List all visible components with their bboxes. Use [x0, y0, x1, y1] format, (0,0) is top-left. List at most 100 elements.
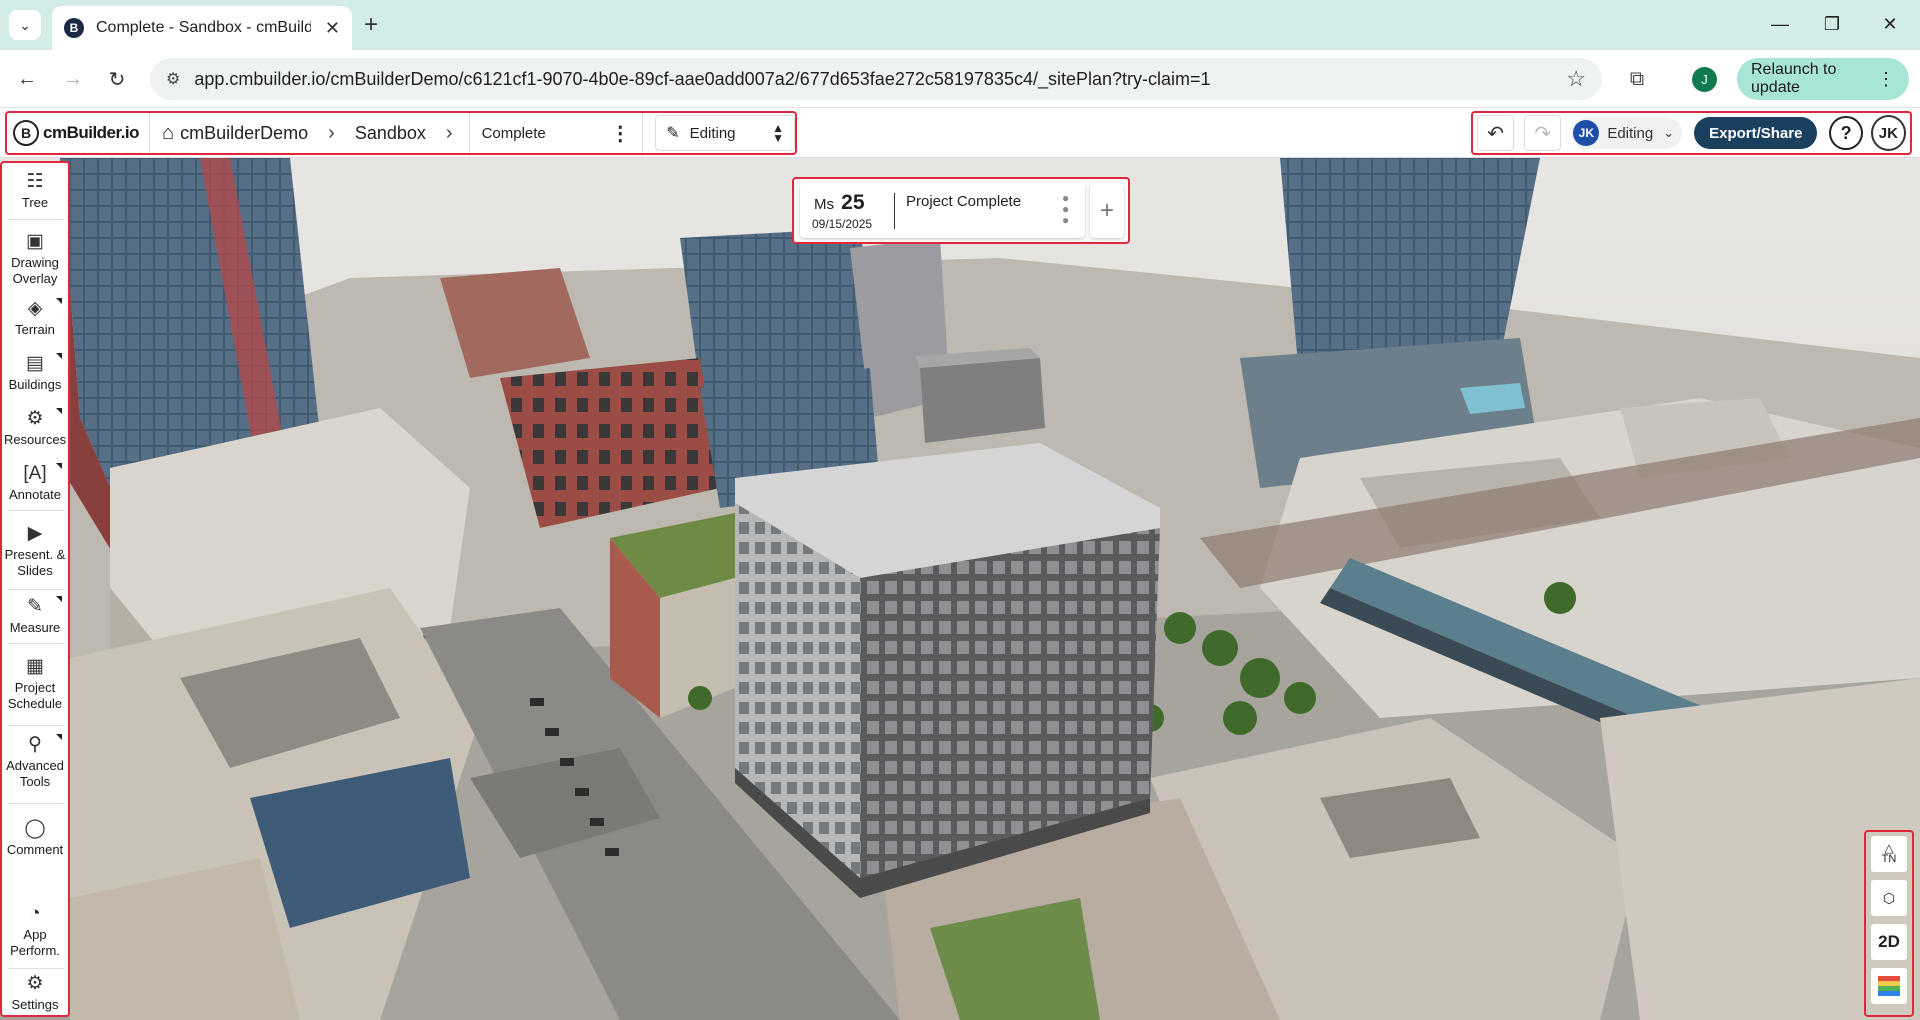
profile-avatar[interactable]: J: [1692, 67, 1717, 92]
breadcrumb-sandbox[interactable]: Sandbox: [355, 123, 426, 144]
extensions-puzzle-icon[interactable]: ⧉: [1620, 62, 1654, 96]
gear-icon: ⚙: [26, 973, 44, 994]
collaborator-mode-label: Editing: [1607, 124, 1654, 142]
tool-advanced-tools[interactable]: ⚲ Advanced Tools: [4, 734, 66, 790]
milestone-id: Ms 25: [814, 191, 865, 215]
milestone-widget: Ms 25 09/15/2025 Project Complete ● ● ● +: [792, 177, 1130, 244]
divider: [8, 219, 64, 220]
view-tools: △ TN ⬡ 2D: [1864, 830, 1914, 1017]
milestone-card[interactable]: Ms 25 09/15/2025 Project Complete ● ● ●: [800, 183, 1085, 238]
north-arrow-icon: △: [1884, 841, 1894, 855]
tab-search-chevron-icon[interactable]: ⌄: [9, 10, 41, 40]
cmbuilder-favicon-icon: B: [64, 18, 84, 38]
user-avatar-button[interactable]: JK: [1870, 115, 1907, 151]
tool-terrain[interactable]: ◈ Terrain: [4, 298, 66, 338]
tool-comment[interactable]: ◯ Comment: [4, 818, 66, 858]
submenu-indicator: [56, 353, 62, 359]
reload-icon[interactable]: ↻: [100, 62, 134, 96]
north-label: TN: [1881, 853, 1897, 865]
tool-label: Settings: [11, 997, 59, 1012]
milestone-prefix: Ms: [814, 196, 834, 213]
presentation-play-icon: ▶: [27, 523, 43, 544]
tool-tree[interactable]: ☷ Tree: [4, 171, 66, 211]
tool-project-schedule[interactable]: ▦ Project Schedule: [4, 656, 66, 712]
home-icon[interactable]: ⌂: [162, 122, 174, 145]
minimize-icon[interactable]: —: [1760, 8, 1800, 40]
submenu-indicator: [56, 463, 62, 469]
milestone-name: Project Complete: [906, 193, 1022, 210]
forward-arrow-icon[interactable]: →: [56, 62, 90, 96]
relaunch-button[interactable]: Relaunch to update ⋮: [1737, 58, 1909, 100]
tool-label: Terrain: [15, 322, 55, 337]
collaborator-mode-dropdown[interactable]: JK Editing ⌄: [1571, 117, 1683, 149]
tool-label: Perform.: [10, 943, 60, 958]
window-close-icon[interactable]: ✕: [1870, 8, 1910, 40]
tool-resources[interactable]: ⚙ Resources: [4, 408, 66, 448]
redo-button[interactable]: ↷: [1524, 115, 1562, 151]
scenario-selector[interactable]: Complete ⋮: [468, 113, 644, 153]
city-scene: [0, 158, 1920, 1020]
advanced-nodes-icon: ⚲: [28, 734, 42, 755]
left-toolbar: ☷ Tree ▣ Drawing Overlay ◈ Terrain ▤ Bui…: [0, 161, 70, 1017]
3d-viewport[interactable]: [0, 158, 1920, 1020]
tree-hierarchy-icon: ☷: [26, 171, 44, 192]
tool-label: Overlay: [12, 271, 58, 286]
milestone-kebab-icon[interactable]: ● ● ●: [1062, 192, 1069, 226]
undo-button[interactable]: ↶: [1477, 115, 1515, 151]
help-button[interactable]: ?: [1829, 116, 1863, 150]
redo-icon: ↷: [1534, 122, 1552, 145]
export-share-button[interactable]: Export/Share: [1694, 117, 1818, 149]
submenu-indicator: [56, 734, 62, 740]
scenario-kebab-icon[interactable]: ⋮: [610, 121, 630, 146]
divider: [8, 589, 64, 590]
new-tab-icon[interactable]: +: [355, 10, 387, 40]
tool-label: Comment: [6, 842, 64, 857]
cmbuilder-logo[interactable]: B cmBuilder.io: [7, 113, 151, 153]
plus-icon: +: [1099, 196, 1114, 224]
restore-icon[interactable]: ❐: [1812, 8, 1852, 40]
header-right-group: ↶ ↷ JK Editing ⌄ Export/Share ? JK: [1471, 111, 1912, 155]
address-bar[interactable]: ⚙ app.cmbuilder.io/cmBuilderDemo/c6121cf…: [150, 58, 1602, 100]
cube-view-icon: ⬡: [1882, 889, 1896, 906]
tool-buildings[interactable]: ▤ Buildings: [4, 353, 66, 393]
submenu-indicator: [56, 408, 62, 414]
tool-drawing-overlay[interactable]: ▣ Drawing Overlay: [4, 231, 66, 287]
terrain-layers-icon: ◈: [27, 298, 43, 319]
tool-measure[interactable]: ✎ Measure: [4, 596, 66, 636]
tool-label: Tree: [21, 195, 49, 210]
breadcrumb-project[interactable]: cmBuilderDemo: [180, 123, 308, 144]
bookmark-star-icon[interactable]: ☆: [1566, 66, 1586, 92]
breadcrumb: ⌂ cmBuilderDemo › Sandbox ›: [150, 113, 469, 153]
tool-label: Project: [14, 680, 56, 695]
divider: [894, 193, 895, 229]
buildings-icon: ▤: [26, 353, 44, 374]
tool-label: App: [23, 927, 47, 942]
browser-tab[interactable]: B Complete - Sandbox - cmBuilder ✕: [52, 6, 352, 50]
toggle-2d-button[interactable]: 2D: [1871, 924, 1907, 960]
site-info-icon[interactable]: ⚙: [166, 69, 180, 89]
tool-label: Buildings: [8, 377, 62, 392]
app-header: B cmBuilder.io ⌂ cmBuilderDemo › Sandbox…: [0, 108, 1920, 158]
comment-bubble-icon: ◯: [24, 818, 46, 839]
tool-annotate[interactable]: [A] Annotate: [4, 463, 66, 503]
logo-text: cmBuilder.io: [43, 123, 140, 142]
map-layers-button[interactable]: [1871, 968, 1907, 1004]
back-arrow-icon[interactable]: ←: [10, 62, 44, 96]
tool-present-slides[interactable]: ▶ Present. & Slides: [4, 523, 66, 579]
milestone-number: 25: [841, 191, 865, 214]
resources-icon: ⚙: [26, 408, 44, 429]
add-milestone-button[interactable]: +: [1090, 183, 1124, 238]
tool-label: Slides: [17, 563, 53, 578]
mode-selector[interactable]: ✎ Editing ▲ ▼: [655, 115, 795, 151]
browser-menu-icon[interactable]: ⋮: [1877, 69, 1895, 90]
true-north-button[interactable]: △ TN: [1871, 836, 1907, 872]
scenario-name: Complete: [481, 124, 546, 142]
tool-label: Advanced: [6, 758, 64, 773]
tool-settings[interactable]: ⚙ Settings: [4, 973, 66, 1013]
tool-label: Annotate: [8, 487, 62, 502]
view-orbit-button[interactable]: ⬡: [1871, 880, 1907, 916]
tab-close-icon[interactable]: ✕: [325, 18, 340, 39]
tool-app-performance[interactable]: ◔ App Perform.: [4, 903, 66, 959]
pencil-icon: ✎: [666, 125, 680, 142]
tool-label: Measure: [9, 620, 61, 635]
